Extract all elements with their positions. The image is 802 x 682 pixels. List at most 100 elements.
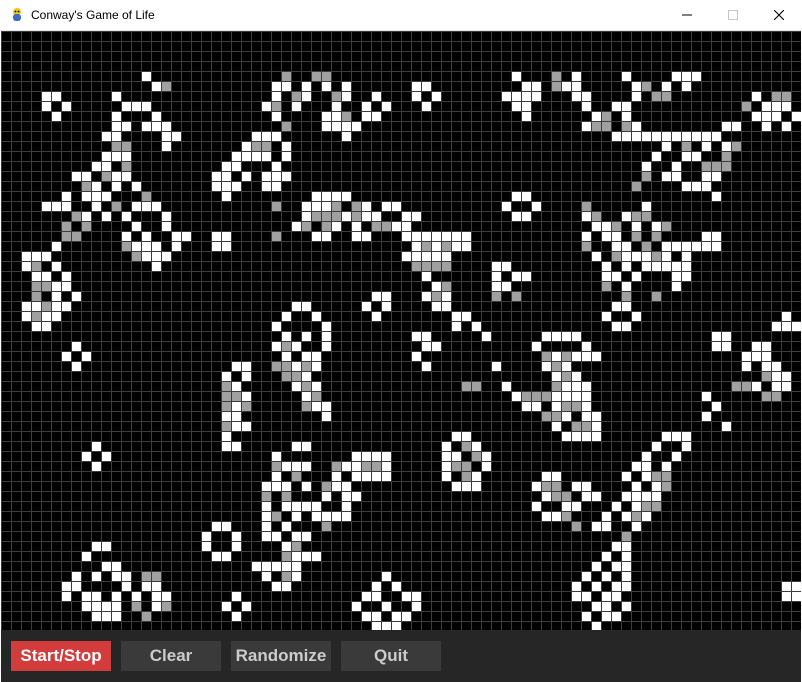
live-cell[interactable] (581, 381, 591, 391)
live-cell[interactable] (251, 561, 261, 571)
live-cell[interactable] (491, 261, 501, 271)
live-cell[interactable] (551, 331, 561, 341)
live-cell[interactable] (581, 591, 591, 601)
live-cell[interactable] (111, 561, 121, 571)
live-cell[interactable] (541, 361, 551, 371)
live-cell[interactable] (461, 241, 471, 251)
dying-cell[interactable] (661, 471, 671, 481)
live-cell[interactable] (651, 441, 661, 451)
live-cell[interactable] (611, 131, 621, 141)
dying-cell[interactable] (571, 421, 581, 431)
dying-cell[interactable] (221, 391, 231, 401)
live-cell[interactable] (721, 331, 731, 341)
live-cell[interactable] (351, 451, 361, 461)
live-cell[interactable] (201, 541, 211, 551)
live-cell[interactable] (51, 201, 61, 211)
live-cell[interactable] (341, 461, 351, 471)
live-cell[interactable] (791, 591, 801, 601)
live-cell[interactable] (101, 561, 111, 571)
live-cell[interactable] (71, 291, 81, 301)
live-cell[interactable] (611, 581, 621, 591)
live-cell[interactable] (321, 341, 331, 351)
live-cell[interactable] (271, 161, 281, 171)
dying-cell[interactable] (651, 501, 661, 511)
dying-cell[interactable] (81, 221, 91, 231)
live-cell[interactable] (641, 261, 651, 271)
live-cell[interactable] (391, 611, 401, 621)
live-cell[interactable] (371, 471, 381, 481)
dying-cell[interactable] (771, 91, 781, 101)
live-cell[interactable] (41, 91, 51, 101)
dying-cell[interactable] (741, 101, 751, 111)
dying-cell[interactable] (531, 391, 541, 401)
dying-cell[interactable] (461, 471, 471, 481)
live-cell[interactable] (571, 501, 581, 511)
dying-cell[interactable] (541, 481, 551, 491)
live-cell[interactable] (701, 411, 711, 421)
live-cell[interactable] (411, 211, 421, 221)
live-cell[interactable] (621, 301, 631, 311)
live-cell[interactable] (441, 291, 451, 301)
dying-cell[interactable] (121, 161, 131, 171)
live-cell[interactable] (321, 191, 331, 201)
live-cell[interactable] (121, 101, 131, 111)
live-cell[interactable] (371, 611, 381, 621)
live-cell[interactable] (351, 221, 361, 231)
live-cell[interactable] (441, 461, 451, 471)
live-cell[interactable] (421, 101, 431, 111)
dying-cell[interactable] (421, 241, 431, 251)
live-cell[interactable] (571, 581, 581, 591)
live-cell[interactable] (781, 121, 791, 131)
live-cell[interactable] (511, 101, 521, 111)
dying-cell[interactable] (141, 571, 151, 581)
live-cell[interactable] (601, 261, 611, 271)
dying-cell[interactable] (101, 171, 111, 181)
live-cell[interactable] (641, 491, 651, 501)
live-cell[interactable] (41, 321, 51, 331)
dying-cell[interactable] (431, 261, 441, 271)
live-cell[interactable] (281, 541, 291, 551)
live-cell[interactable] (221, 371, 231, 381)
live-cell[interactable] (81, 601, 91, 611)
live-cell[interactable] (211, 551, 221, 561)
live-cell[interactable] (431, 241, 441, 251)
live-cell[interactable] (151, 581, 161, 591)
live-cell[interactable] (151, 591, 161, 601)
dying-cell[interactable] (331, 201, 341, 211)
live-cell[interactable] (681, 131, 691, 141)
dying-cell[interactable] (111, 201, 121, 211)
live-cell[interactable] (621, 511, 631, 521)
live-cell[interactable] (91, 461, 101, 471)
live-cell[interactable] (591, 351, 601, 361)
live-cell[interactable] (331, 101, 341, 111)
dying-cell[interactable] (61, 221, 71, 231)
live-cell[interactable] (321, 511, 331, 521)
live-cell[interactable] (411, 241, 421, 251)
live-cell[interactable] (571, 381, 581, 391)
live-cell[interactable] (641, 131, 651, 141)
live-cell[interactable] (611, 271, 621, 281)
live-cell[interactable] (771, 371, 781, 381)
live-cell[interactable] (581, 411, 591, 421)
live-cell[interactable] (431, 281, 441, 291)
live-cell[interactable] (581, 391, 591, 401)
dying-cell[interactable] (161, 601, 171, 611)
live-cell[interactable] (781, 311, 791, 321)
live-cell[interactable] (751, 351, 761, 361)
live-cell[interactable] (371, 111, 381, 121)
live-cell[interactable] (351, 461, 361, 471)
live-cell[interactable] (231, 151, 241, 161)
live-cell[interactable] (791, 111, 801, 121)
live-cell[interactable] (651, 481, 661, 491)
dying-cell[interactable] (301, 381, 311, 391)
live-cell[interactable] (751, 111, 761, 121)
dying-cell[interactable] (631, 211, 641, 221)
live-cell[interactable] (651, 151, 661, 161)
live-cell[interactable] (731, 121, 741, 131)
live-cell[interactable] (601, 551, 611, 561)
live-cell[interactable] (301, 391, 311, 401)
live-cell[interactable] (141, 201, 151, 211)
live-cell[interactable] (261, 181, 271, 191)
live-cell[interactable] (511, 91, 521, 101)
live-cell[interactable] (311, 511, 321, 521)
